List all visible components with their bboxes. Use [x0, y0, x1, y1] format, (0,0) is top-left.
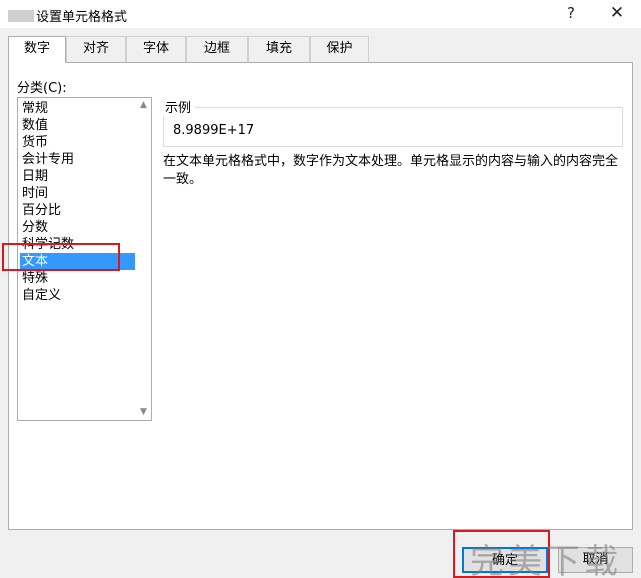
category-label: 分类(C): [17, 81, 67, 96]
category-item-fraction[interactable]: 分数 [20, 219, 135, 236]
category-item-number[interactable]: 数值 [20, 117, 135, 134]
dialog-title-text: 设置单元格格式 [36, 10, 128, 25]
title-bar: 设置单元格格式 ? ✕ [0, 0, 641, 28]
category-item-custom[interactable]: 自定义 [20, 287, 135, 304]
category-item-date[interactable]: 日期 [20, 168, 135, 185]
category-scrollbar[interactable]: ▲ ▼ [136, 98, 151, 420]
scroll-up-icon[interactable]: ▲ [136, 98, 151, 113]
scroll-down-icon[interactable]: ▼ [136, 405, 151, 420]
category-item-percentage[interactable]: 百分比 [20, 202, 135, 219]
title-obscured-region [8, 10, 34, 22]
tab-protection[interactable]: 保护 [310, 36, 369, 62]
sample-value: 8.9899E+17 [173, 123, 255, 138]
tab-fill[interactable]: 填充 [248, 36, 310, 62]
dialog-title: 设置单元格格式 [8, 6, 127, 25]
category-item-special[interactable]: 特殊 [20, 270, 135, 287]
close-button[interactable]: ✕ [602, 2, 632, 24]
tab-alignment[interactable]: 对齐 [66, 36, 126, 62]
category-item-currency[interactable]: 货币 [20, 134, 135, 151]
tab-border[interactable]: 边框 [186, 36, 248, 62]
category-item-accounting[interactable]: 会计专用 [20, 151, 135, 168]
tab-number[interactable]: 数字 [8, 36, 66, 63]
sample-legend: 示例 [161, 97, 196, 116]
ok-button[interactable]: 确定 [462, 547, 548, 573]
dialog-footer: 确定 取消 [0, 530, 641, 578]
help-button[interactable]: ? [556, 2, 586, 24]
tab-font[interactable]: 字体 [126, 36, 186, 62]
category-item-general[interactable]: 常规 [20, 100, 135, 117]
number-tab-panel: 分类(C): 常规 数值 货币 会计专用 日期 时间 百分比 分数 科学记数 文… [2, 62, 633, 530]
selected-category-highlight [2, 243, 120, 271]
category-item-time[interactable]: 时间 [20, 185, 135, 202]
cancel-button[interactable]: 取消 [558, 547, 633, 573]
format-description: 在文本单元格格式中，数字作为文本处理。单元格显示的内容与输入的内容完全一致。 [163, 154, 619, 187]
